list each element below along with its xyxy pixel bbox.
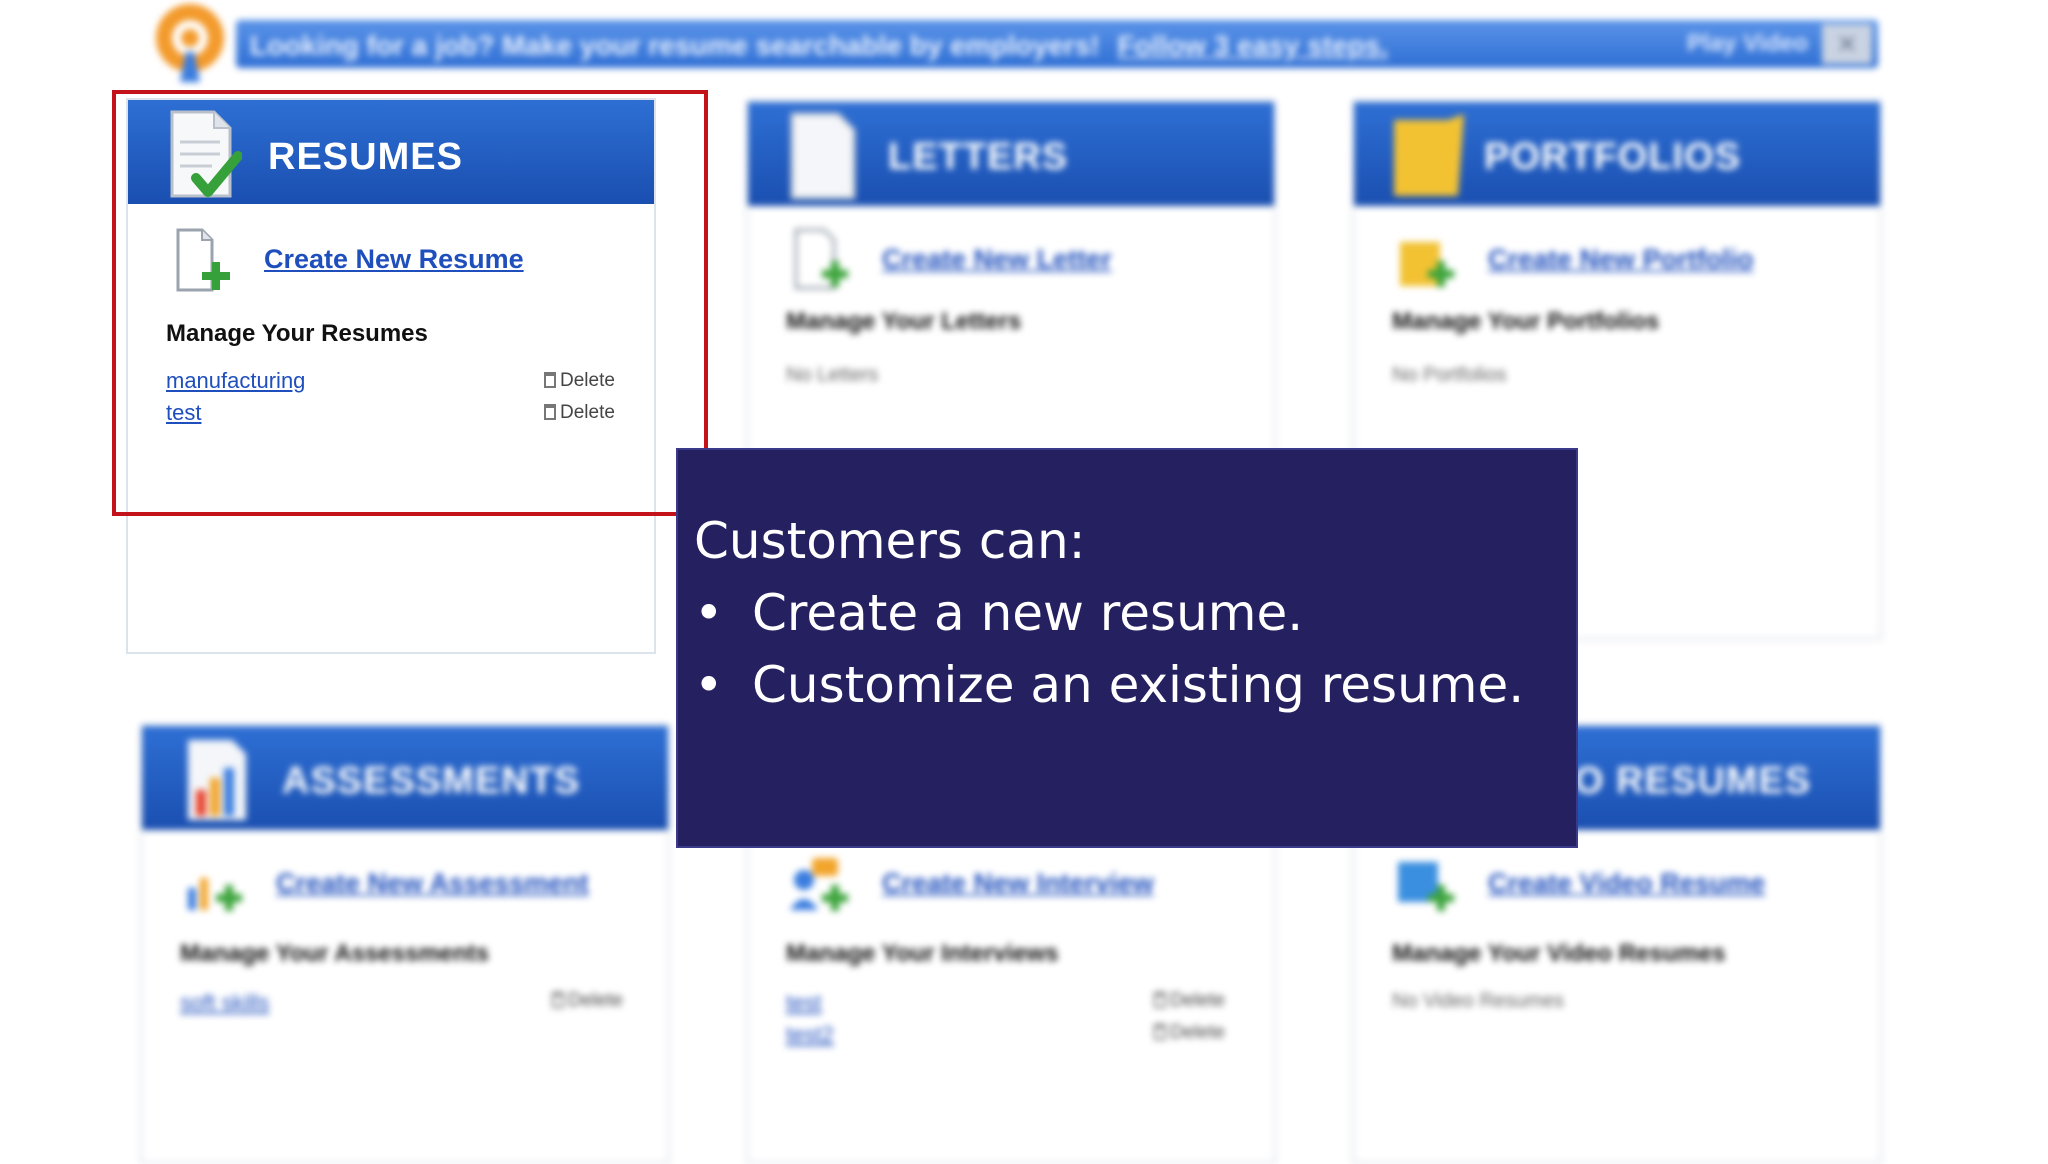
assessment-item-link[interactable]: soft skills bbox=[180, 990, 269, 1016]
interview-delete-button[interactable]: Delete bbox=[1154, 1022, 1225, 1044]
create-letter-link[interactable]: Create New Letter bbox=[882, 244, 1112, 275]
assessments-title: ASSESSMENTS bbox=[282, 760, 581, 802]
interview-item-link[interactable]: test2 bbox=[786, 1022, 834, 1048]
banner-message: Looking for a job? Make your resume sear… bbox=[250, 30, 1100, 61]
banner-text: Looking for a job? Make your resume sear… bbox=[250, 30, 1388, 62]
trash-icon bbox=[1154, 1024, 1166, 1040]
manage-portfolios-heading: Manage Your Portfolios bbox=[1392, 308, 1660, 335]
interview-delete-button[interactable]: Delete bbox=[1154, 990, 1225, 1012]
portfolios-card-header: PORTFOLIOS bbox=[1354, 102, 1880, 206]
bullet-dot: • bbox=[694, 584, 724, 642]
video-resumes-title: O RESUMES bbox=[1574, 760, 1812, 802]
letters-title: LETTERS bbox=[888, 136, 1069, 178]
caption-heading: Customers can: bbox=[694, 512, 1086, 570]
trash-icon bbox=[1154, 992, 1166, 1008]
add-interview-icon bbox=[790, 858, 848, 911]
assessment-delete-button[interactable]: Delete bbox=[552, 990, 623, 1012]
delete-label: Delete bbox=[1170, 990, 1225, 1011]
no-video-resumes-text: No Video Resumes bbox=[1392, 990, 1564, 1012]
assessments-card-header: ASSESSMENTS bbox=[142, 726, 668, 830]
play-video-link[interactable]: Play Video bbox=[1687, 30, 1808, 58]
no-portfolios-text: No Portfolios bbox=[1392, 364, 1507, 386]
letter-icon bbox=[790, 112, 856, 200]
create-video-resume-link[interactable]: Create Video Resume bbox=[1488, 868, 1765, 899]
caption-overlay: Customers can: • Create a new resume. • Cu… bbox=[676, 448, 1578, 848]
assessments-card: ASSESSMENTS Create New Assessment Manage… bbox=[140, 724, 670, 1164]
caption-bullet: • Customize an existing resume. bbox=[694, 656, 1524, 714]
logo-icon bbox=[156, 4, 224, 82]
create-interview-link[interactable]: Create New Interview bbox=[882, 868, 1154, 899]
bullet-dot: • bbox=[694, 656, 724, 714]
add-chart-icon bbox=[188, 878, 242, 911]
caption-bullet: • Create a new resume. bbox=[694, 584, 1303, 642]
caption-bullet-text: Create a new resume. bbox=[752, 584, 1304, 642]
manage-video-resumes-heading: Manage Your Video Resumes bbox=[1392, 940, 1726, 967]
create-assessment-link[interactable]: Create New Assessment bbox=[276, 868, 589, 899]
highlight-frame bbox=[112, 90, 708, 516]
folder-icon bbox=[1394, 114, 1464, 196]
manage-letters-heading: Manage Your Letters bbox=[786, 308, 1022, 335]
screenshot: Looking for a job? Make your resume sear… bbox=[0, 0, 2048, 1164]
add-folder-icon bbox=[1400, 242, 1454, 287]
banner-steps-link[interactable]: Follow 3 easy steps. bbox=[1117, 30, 1388, 61]
delete-label: Delete bbox=[1170, 1022, 1225, 1043]
interview-item-link[interactable]: test bbox=[786, 990, 821, 1016]
manage-assessments-heading: Manage Your Assessments bbox=[180, 940, 490, 967]
caption-bullet-text: Customize an existing resume. bbox=[752, 656, 1525, 714]
add-document-icon bbox=[794, 228, 848, 290]
portfolios-title: PORTFOLIOS bbox=[1484, 136, 1741, 178]
letters-card-header: LETTERS bbox=[748, 102, 1274, 206]
no-letters-text: No Letters bbox=[786, 364, 879, 386]
banner-close-button[interactable]: × bbox=[1822, 24, 1872, 64]
chart-icon bbox=[188, 740, 246, 820]
add-video-icon bbox=[1398, 862, 1454, 911]
delete-label: Delete bbox=[568, 990, 623, 1011]
create-portfolio-link[interactable]: Create New Portfolio bbox=[1488, 244, 1754, 275]
trash-icon bbox=[552, 992, 564, 1008]
manage-interviews-heading: Manage Your Interviews bbox=[786, 940, 1059, 967]
